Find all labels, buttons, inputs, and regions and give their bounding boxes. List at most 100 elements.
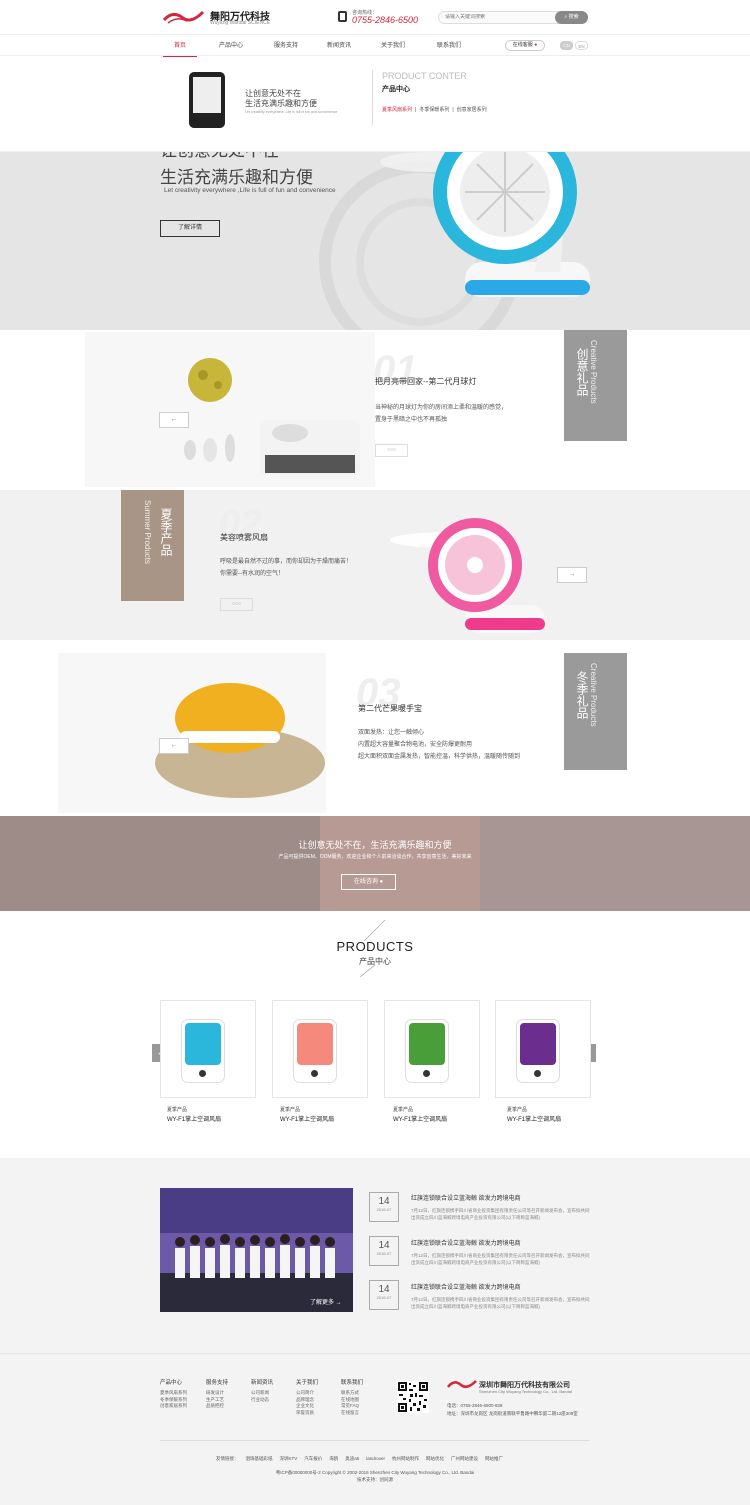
friend-link[interactable]: 泪珠基础彩纸 [246,1456,273,1461]
search-input[interactable] [445,14,545,20]
dropdown-link-summer[interactable]: 夏季风扇系列 [382,107,412,113]
footer-link[interactable]: 联系方式 [341,1390,359,1397]
product-name[interactable]: WY-F1掌上空调风扇 [507,1114,561,1123]
banner-headline-2: 生活充满乐趣和方便 [160,168,313,187]
news-more-link[interactable]: 了解更多 → [310,1297,342,1306]
dropdown-link-winter[interactable]: 冬季保暖系列 [419,107,449,113]
friend-link[interactable]: 网站优化 [426,1456,444,1461]
friend-links: 友情链接： 泪珠基础彩纸 深圳KTV 汽车报价 海鸥 奥迪a5 landrover 杭州网站制… [216,1456,510,1462]
product-name[interactable]: WY-F1掌上空调风扇 [167,1114,221,1123]
moon-lamp-image [184,358,360,475]
dropdown-link-home[interactable]: 创意家居系列 [457,107,487,113]
friend-link[interactable]: 网站推广 [485,1456,503,1461]
product-card[interactable] [160,1000,256,1098]
news-title[interactable]: 红旗连锁联合设立蓝海鲸 欲发力跨境电商 [411,1193,521,1202]
nav-contact[interactable]: 联系我们 [424,35,474,57]
friend-link[interactable]: 广州网站建设 [451,1456,478,1461]
product-card[interactable] [495,1000,591,1098]
row3-category-tag[interactable]: 冬季礼品 Creative Products [564,653,627,770]
row2-next-arrow[interactable]: → [557,567,587,583]
friend-link[interactable]: 汽车报价 [304,1456,322,1461]
friend-link[interactable]: 海鸥 [329,1456,338,1461]
chat-icon: ● [534,42,538,48]
news-desc: 7月12日，红旗连锁携手四川省商业投资集团有限责任公司等召开新闻发布会，宣布拟共… [411,1208,590,1220]
chat-bubble-icon: ● [379,879,384,885]
row2-category-tag[interactable]: 夏季产品 Summer Products [121,490,184,601]
row2-desc-2: 你需要--有水润的空气！ [220,571,284,577]
friend-links-label: 友情链接： [216,1456,239,1461]
banner-decoration [319,152,521,330]
product-name[interactable]: WY-F1掌上空调风扇 [393,1114,447,1123]
footer-link[interactable]: 公司简介 [296,1390,314,1397]
product-card[interactable] [384,1000,480,1098]
cta-consult-button[interactable]: 在线咨询 ● [341,874,396,890]
news-title[interactable]: 红旗连锁联合设立蓝海鲸 欲发力跨境电商 [411,1238,521,1247]
footer-link[interactable]: 夏季风扇系列 [160,1390,187,1397]
footer-link[interactable]: 品质把控 [206,1403,224,1410]
hero-banner [0,152,750,330]
product-button-dot [199,1070,206,1077]
product-name[interactable]: WY-F1掌上空调风扇 [280,1114,334,1123]
dropdown-title-en: PRODUCT CONTER [382,71,467,81]
nav-about[interactable]: 关于我们 [368,35,418,57]
friend-link[interactable]: 奥迪a5 [345,1456,359,1461]
online-service-label: 在线客服 [512,42,533,48]
friend-link[interactable]: landrover [366,1456,385,1461]
news-team-photo[interactable] [160,1188,353,1312]
dropdown-links: 夏季风扇系列 | 冬季保暖系列 | 创意家居系列 [382,106,490,113]
row1-category-tag[interactable]: 创意礼品 Creative Products [564,330,627,441]
footer-link[interactable]: 创意家居系列 [160,1403,187,1410]
online-service-button[interactable]: 在线客服 ● [505,40,545,51]
logo-name-en: Wuyang Wandai SCIENCE [210,20,271,26]
nav-support[interactable]: 服务支持 [261,35,311,57]
footer-link[interactable]: 常见FAQ [341,1403,359,1410]
footer-link[interactable]: 荣誉资质 [296,1410,314,1417]
footer-col-head[interactable]: 产品中心 [160,1378,182,1386]
footer-address: 地址：深圳市龙岗区 龙岗街道南联平鲁路中腾华庭二期12座309室 [447,1411,578,1416]
product-category: 夏季产品 [507,1107,528,1113]
banner-learn-more-button[interactable]: 了解详情 [160,220,220,237]
footer-link[interactable]: 在线留言 [341,1410,359,1417]
friend-link[interactable]: 杭州网站制作 [392,1456,419,1461]
lang-cn-button[interactable]: CN [560,41,573,50]
footer-col-head[interactable]: 联系我们 [341,1378,363,1386]
lang-en-button[interactable]: EN [575,41,588,50]
news-day: 14 [378,1196,390,1207]
row2-more-button[interactable]: ○○○ [220,598,253,611]
footer-col-links: 联系方式 在线地图 常见FAQ 在线留言 [341,1390,359,1416]
nav-news[interactable]: 新闻资讯 [314,35,364,57]
friend-link[interactable]: 深圳KTV [280,1456,298,1461]
row1-tag-en: Creative Products [589,340,598,404]
row1-title: 把月亮带回家--第二代月球灯 [375,377,477,386]
product-category: 夏季产品 [280,1107,301,1113]
product-card[interactable] [272,1000,368,1098]
feature-row-2: 夏季产品 Summer Products 02 美容喷雾风扇 呼吸是最自然不过的… [0,490,750,640]
logo-icon[interactable] [163,8,205,26]
footer-link[interactable]: 公司新闻 [251,1390,269,1397]
row1-prev-arrow[interactable]: ← [159,412,189,428]
news-year-month: 2016-07 [376,1295,392,1300]
search-button[interactable]: ⌕ 搜索 [555,11,588,24]
footer-link[interactable]: 行业动态 [251,1397,269,1404]
news-desc: 7月12日，红旗连锁携手四川省商业投资集团有限责任公司等召开新闻发布会，宣布拟共… [411,1253,590,1265]
nav-home[interactable]: 首页 [155,35,205,58]
products-title-en: PRODUCTS [336,939,414,954]
footer-link[interactable]: 企业文化 [296,1403,314,1410]
product-button-dot [423,1070,430,1077]
news-date: 14 2016-07 [369,1236,399,1266]
product-image [405,1019,449,1083]
footer-col-head[interactable]: 关于我们 [296,1378,318,1386]
news-title[interactable]: 红旗连锁联合设立蓝海鲸 欲发力跨境电商 [411,1282,521,1291]
dropdown-slogan-2: 生活充满乐趣和方便 [245,99,317,108]
product-button-dot [311,1070,318,1077]
row1-more-button[interactable]: ○○○ [375,444,408,457]
footer-link[interactable]: 研发设计 [206,1390,224,1397]
product-dropdown [0,57,750,152]
dropdown-sep: | [452,107,454,113]
row3-prev-arrow[interactable]: ← [159,738,189,754]
row3-desc-3: 超大面积双面金属发热，智能控温，科学供热，温暖随传随到 [358,754,521,760]
nav-products[interactable]: 产品中心 [206,35,256,57]
footer-col-head[interactable]: 服务支持 [206,1378,228,1386]
footer-col-head[interactable]: 新闻资讯 [251,1378,273,1386]
news-date: 14 2016-07 [369,1192,399,1222]
